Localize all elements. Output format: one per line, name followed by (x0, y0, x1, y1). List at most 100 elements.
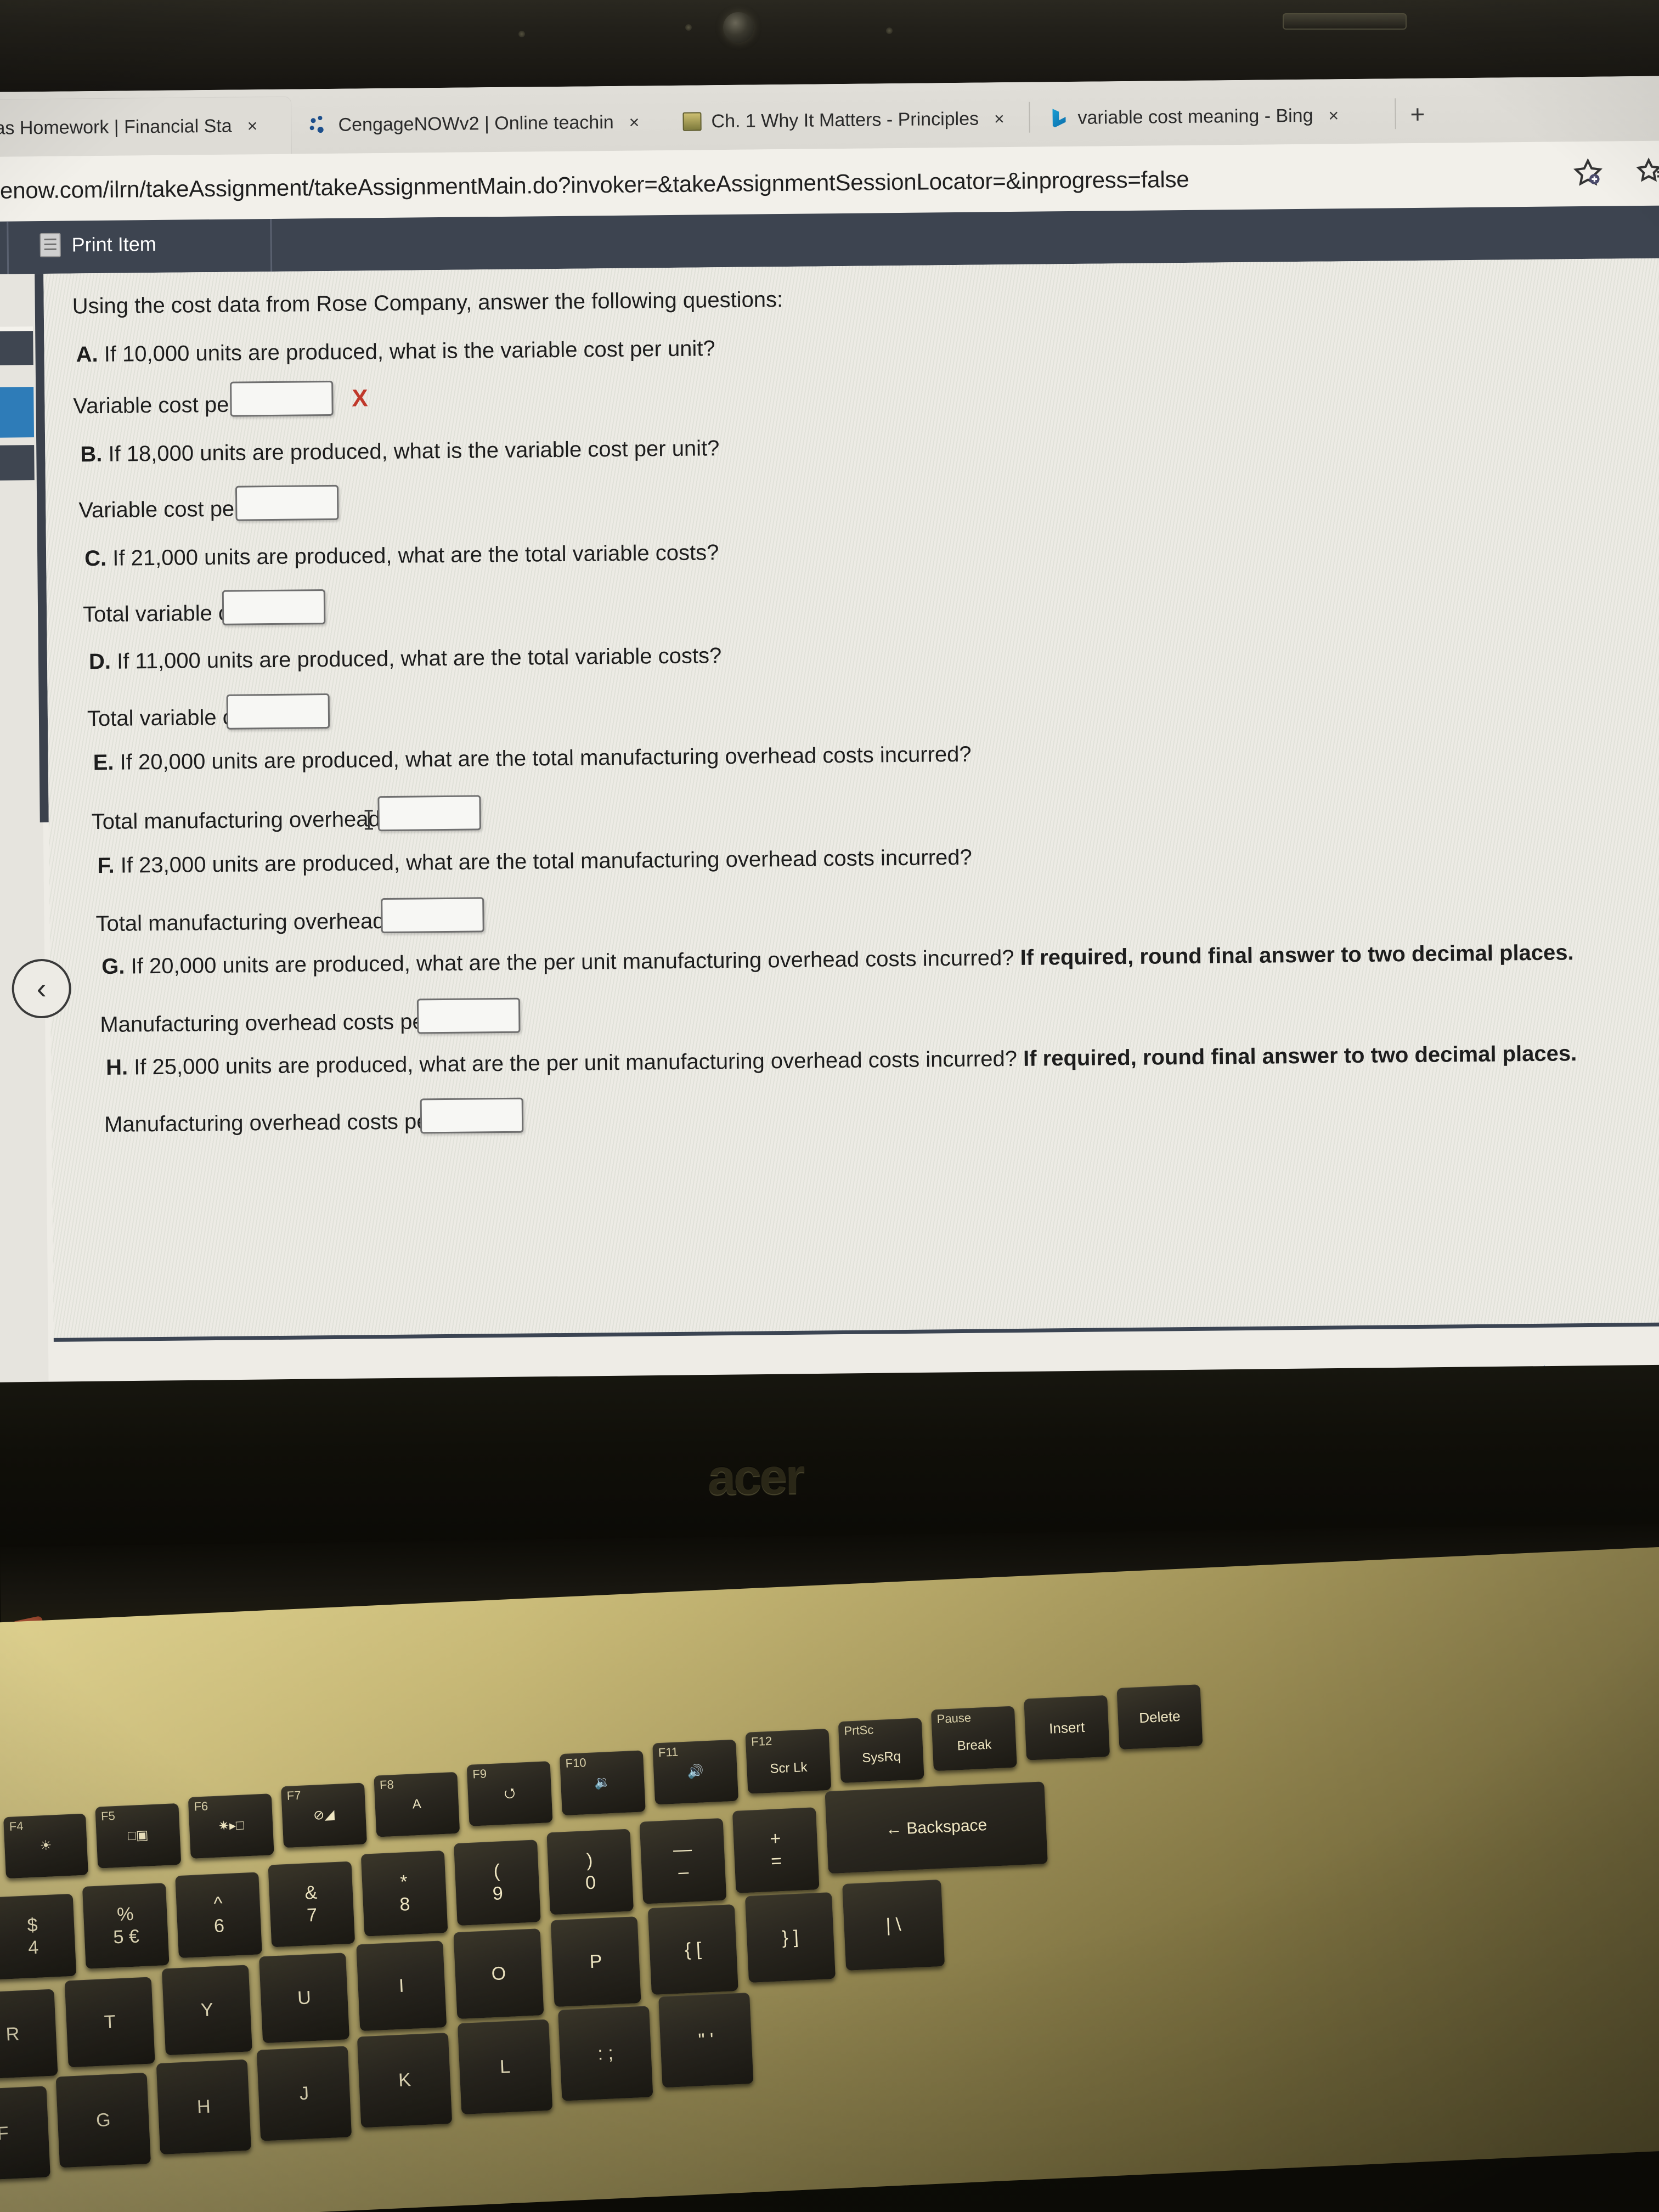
print-screen-key[interactable]: PrtSc SysRq (838, 1718, 924, 1784)
favorites-list-icon[interactable] (1634, 155, 1659, 190)
key-u-label: U (297, 1987, 312, 2009)
text-cursor-icon (368, 811, 370, 828)
answer-input-B[interactable] (235, 484, 339, 521)
key-6[interactable]: ^ 6 (175, 1872, 262, 1959)
key-5[interactable]: % 5 € (82, 1883, 170, 1969)
key-o-label: O (490, 1962, 506, 1984)
key-t[interactable]: T (64, 1977, 155, 2068)
rail-block-blue[interactable] (0, 387, 35, 438)
answer-input-H[interactable] (420, 1097, 524, 1134)
key-p[interactable]: P (550, 1916, 641, 2007)
add-favorite-icon[interactable] (1571, 156, 1605, 190)
mute-key[interactable]: F9 ⭯ (466, 1761, 553, 1826)
backspace-key[interactable]: ← Backspace (825, 1781, 1048, 1874)
display-off-icon: ✷▸□ (218, 1818, 245, 1834)
key-0[interactable]: ) 0 (546, 1829, 634, 1915)
tab-close-icon[interactable]: × (247, 116, 257, 136)
address-bar-url[interactable]: agenow.com/ilrn/takeAssignment/takeAssig… (0, 166, 1189, 204)
key-r[interactable]: R (0, 1989, 58, 2080)
key-bracket-right[interactable]: } ] (744, 1892, 836, 1983)
key-l[interactable]: L (457, 2019, 553, 2115)
key-i[interactable]: I (356, 1940, 447, 2032)
key-6-base: 6 (213, 1915, 225, 1937)
key-backslash[interactable]: | \ (842, 1879, 945, 1971)
key-equals[interactable]: + = (732, 1807, 820, 1893)
pause-break-key[interactable]: Pause Break (930, 1706, 1017, 1771)
tab-close-icon[interactable]: × (994, 109, 1005, 129)
microphone-hole (518, 31, 525, 37)
answer-input-G[interactable] (416, 997, 521, 1034)
volume-down-key[interactable]: F10 🔉 (559, 1750, 646, 1816)
key-u[interactable]: U (259, 1953, 350, 2044)
key-f[interactable]: F (0, 2086, 50, 2181)
answer-input-F[interactable] (381, 897, 484, 934)
question-D-prompt: If 11,000 units are produced, what are t… (116, 644, 722, 674)
tab-divider (1029, 101, 1030, 133)
key-g[interactable]: G (55, 2072, 151, 2168)
toolbar-divider (7, 221, 9, 274)
volume-up-key[interactable]: F11 🔊 (652, 1739, 739, 1805)
key-5-base: 5 € (112, 1926, 140, 1948)
key-y[interactable]: Y (161, 1965, 252, 2056)
question-A: A. If 10,000 units are produced, what is… (76, 336, 715, 367)
book-icon (682, 112, 702, 131)
browser-tab-1[interactable]: CengageNOWv2 | Online teachin × (296, 93, 659, 154)
key-5-shift: % (116, 1904, 134, 1926)
question-C: C. If 21,000 units are produced, what ar… (84, 540, 719, 571)
scroll-lock-label: Scr Lk (769, 1759, 808, 1776)
tab-close-icon[interactable]: × (629, 112, 640, 132)
delete-key[interactable]: Delete (1116, 1684, 1203, 1750)
browser-tab-0-title: nvas Homework | Financial Sta (0, 115, 232, 139)
key-p-label: P (589, 1950, 603, 1972)
insert-key[interactable]: Insert (1024, 1695, 1110, 1760)
display-off-key[interactable]: F6 ✷▸□ (188, 1793, 274, 1859)
print-screen-key-fn: PrtSc (843, 1723, 874, 1738)
question-E: E. If 20,000 units are produced, what ar… (93, 742, 972, 775)
key-9[interactable]: ( 9 (454, 1839, 541, 1926)
key-bracket-left[interactable]: { [ (647, 1904, 738, 1995)
key-h[interactable]: H (156, 2059, 252, 2155)
browser-tab-3[interactable]: variable cost meaning - Bing × (1036, 86, 1387, 146)
question-card: Using the cost data from Rose Company, a… (43, 258, 1659, 1338)
touchpad-key[interactable]: F7 ⊘◢ (281, 1782, 367, 1848)
scroll-lock-key[interactable]: F12 Scr Lk (745, 1728, 832, 1794)
key-quote[interactable]: " ' (658, 1993, 754, 2088)
browser-tab-0[interactable]: nvas Homework | Financial Sta × (0, 97, 292, 157)
key-7[interactable]: & 7 (268, 1861, 356, 1948)
display-toggle-key-fn: F5 (100, 1809, 116, 1824)
backlight-icon: A (412, 1796, 422, 1812)
display-toggle-icon: □▣ (127, 1827, 149, 1844)
display-off-key-fn: F6 (193, 1799, 208, 1814)
print-item-button[interactable]: Print Item (40, 232, 156, 258)
answer-input-D[interactable] (226, 693, 330, 730)
key-8-base: 8 (399, 1893, 411, 1915)
key-semicolon[interactable]: : ; (558, 2006, 653, 2101)
sysrq-label: SysRq (861, 1749, 901, 1766)
browser-tab-2[interactable]: Ch. 1 Why It Matters - Principles × (669, 90, 1026, 150)
key-8[interactable]: * 8 (360, 1850, 448, 1937)
key-j[interactable]: J (256, 2046, 352, 2141)
answer-input-A[interactable] (230, 380, 334, 417)
brightness-key[interactable]: F4 ☀ (3, 1813, 88, 1879)
touchpad-key-fn: F7 (286, 1788, 302, 1803)
key-y-label: Y (200, 1999, 214, 2021)
key-equals-base: = (770, 1850, 782, 1872)
question-intro: Using the cost data from Rose Company, a… (72, 287, 783, 319)
volume-up-key-fn: F11 (658, 1745, 679, 1760)
key-t-label: T (103, 2011, 116, 2033)
key-k[interactable]: K (357, 2032, 453, 2128)
new-tab-button[interactable]: + (1410, 99, 1425, 129)
key-semicolon-label: : ; (597, 2042, 614, 2064)
key-o[interactable]: O (453, 1928, 544, 2019)
backlight-key-fn: F8 (379, 1778, 394, 1792)
key-k-label: K (398, 2069, 411, 2091)
answer-input-E[interactable] (377, 795, 481, 832)
key-4[interactable]: $ 4 (0, 1893, 77, 1980)
backlight-key[interactable]: F8 A (374, 1771, 460, 1837)
question-H-prompt: If 25,000 units are produced, what are t… (133, 1046, 1018, 1080)
tab-close-icon[interactable]: × (1328, 105, 1339, 126)
key-minus[interactable]: — – (639, 1818, 727, 1904)
previous-question-button[interactable]: ‹ (12, 958, 72, 1019)
display-toggle-key[interactable]: F5 □▣ (95, 1803, 182, 1869)
answer-input-C[interactable] (222, 589, 326, 625)
